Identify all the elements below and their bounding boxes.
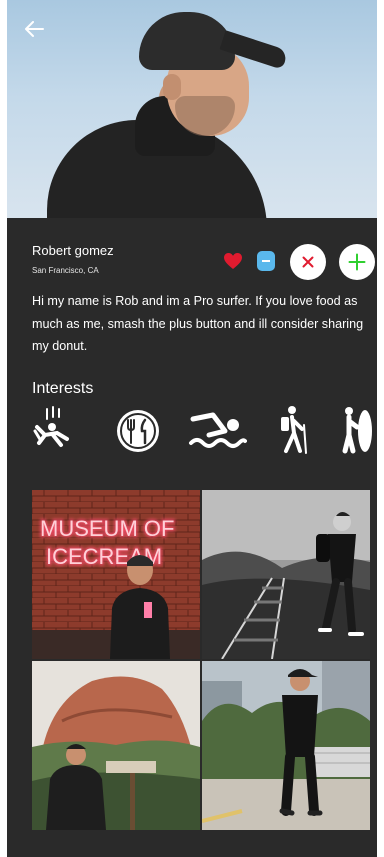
add-button[interactable] xyxy=(339,244,375,280)
interest-swimming[interactable] xyxy=(187,405,247,455)
profile-location: San Francisco, CA xyxy=(32,266,99,275)
minus-icon xyxy=(262,260,270,262)
interest-surfing[interactable] xyxy=(337,405,377,455)
photo-gallery: MUSEUM OF ICECREAM MUSEUM OF ICECREAM xyxy=(32,490,370,830)
back-button[interactable] xyxy=(21,16,47,42)
arrow-left-icon xyxy=(25,21,44,37)
interest-skydiving[interactable] xyxy=(27,405,75,455)
photo-art: MUSEUM OF ICECREAM MUSEUM OF ICECREAM xyxy=(32,490,200,659)
photo-art xyxy=(32,661,200,830)
skydiving-icon xyxy=(33,406,69,447)
man-in-desert-photo[interactable] xyxy=(32,661,200,830)
photo-art xyxy=(202,661,370,830)
swimming-icon xyxy=(189,412,247,448)
dismiss-button[interactable] xyxy=(290,244,326,280)
man-in-front-of-neon-sign-photo[interactable]: MUSEUM OF ICECREAM MUSEUM OF ICECREAM xyxy=(32,490,200,659)
profile-hero-photo xyxy=(7,0,377,218)
profile-bio: Hi my name is Rob and im a Pro surfer. I… xyxy=(32,294,364,353)
surfing-icon xyxy=(342,407,372,454)
neon-sign-text-1: MUSEUM OF xyxy=(40,516,174,541)
plus-icon xyxy=(348,253,366,271)
profile-screen: Robert gomez San Francisco, CA Hi my nam… xyxy=(7,0,377,857)
like-button[interactable] xyxy=(222,250,244,272)
interests-title: Interests xyxy=(32,380,94,397)
man-on-street-photo[interactable] xyxy=(202,661,370,830)
ear-shape xyxy=(163,74,181,100)
interests-row xyxy=(27,405,377,455)
profile-name: Robert gomez xyxy=(32,243,114,258)
interest-hiking[interactable] xyxy=(272,405,320,455)
heart-icon xyxy=(224,253,242,269)
hiking-icon xyxy=(281,406,307,454)
minus-button[interactable] xyxy=(257,251,275,271)
close-icon xyxy=(302,256,314,268)
man-on-railroad-tracks-photo[interactable] xyxy=(202,490,370,659)
photo-art xyxy=(202,490,370,659)
dining-icon xyxy=(117,410,159,452)
cap-shape xyxy=(139,12,235,70)
interest-dining[interactable] xyxy=(114,405,162,455)
